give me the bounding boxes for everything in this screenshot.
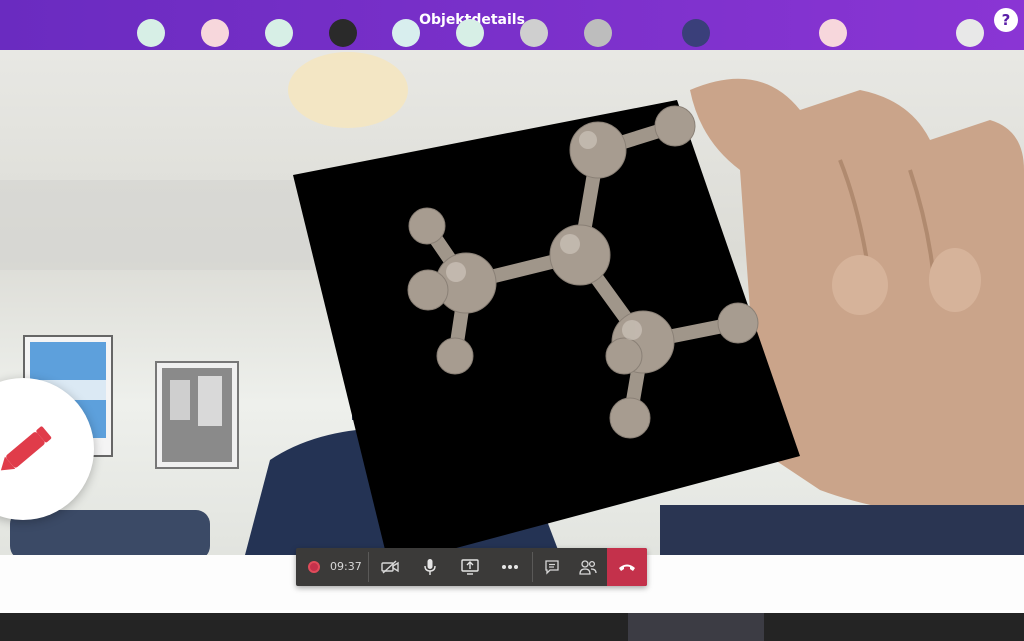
more-icon xyxy=(502,565,518,569)
chat-button[interactable] xyxy=(534,548,570,586)
more-actions-button[interactable] xyxy=(492,548,528,586)
video-off-icon xyxy=(381,560,399,574)
mute-button[interactable] xyxy=(412,548,448,586)
participant-avatar[interactable] xyxy=(201,19,229,47)
question-icon: ? xyxy=(1001,11,1011,29)
participant-avatar[interactable] xyxy=(520,19,548,47)
participants-button[interactable] xyxy=(570,548,606,586)
call-timer: 09:37 xyxy=(330,560,362,573)
hang-up-icon xyxy=(619,564,635,571)
chat-icon xyxy=(545,560,559,575)
divider xyxy=(368,552,369,582)
divider xyxy=(532,552,533,582)
hang-up-button[interactable] xyxy=(607,548,647,586)
share-screen-icon xyxy=(461,559,479,575)
share-button[interactable] xyxy=(452,548,488,586)
participant-avatar[interactable] xyxy=(137,19,165,47)
microphone-icon xyxy=(424,559,436,575)
wall-poster-photo xyxy=(155,361,239,469)
video-background xyxy=(0,52,1024,555)
participant-avatar[interactable] xyxy=(956,19,984,47)
help-button[interactable]: ? xyxy=(994,8,1018,32)
participant-tile-active[interactable] xyxy=(628,613,764,641)
camera-toggle-button[interactable] xyxy=(372,548,408,586)
ceiling-lamp xyxy=(288,52,408,128)
participant-gallery xyxy=(0,613,1024,641)
participant-avatar[interactable] xyxy=(584,19,612,47)
participant-avatar[interactable] xyxy=(819,19,847,47)
participants-icon xyxy=(579,560,597,575)
participant-avatar[interactable] xyxy=(329,19,357,47)
pencil-icon xyxy=(0,426,52,471)
call-controls: 09:37 xyxy=(296,548,647,586)
record-dot-icon xyxy=(308,561,320,573)
participant-avatar[interactable] xyxy=(456,19,484,47)
participant-avatar[interactable] xyxy=(682,19,710,47)
participant-avatar[interactable] xyxy=(265,19,293,47)
participant-avatar[interactable] xyxy=(392,19,420,47)
video-feed xyxy=(0,50,1024,555)
